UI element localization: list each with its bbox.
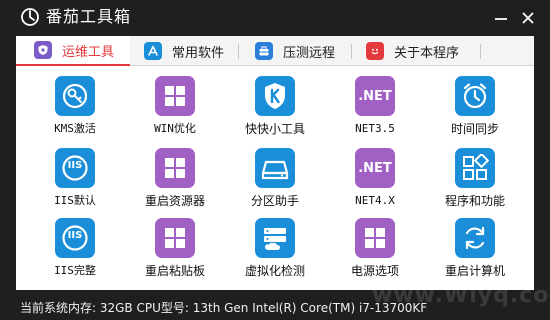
tab-divider — [351, 44, 352, 59]
tool-label: 虚拟化检测 — [244, 264, 305, 278]
tool-iis-full[interactable]: IIS IIS完整 — [25, 218, 125, 288]
shield-icon — [34, 41, 52, 59]
toolbox-icon — [255, 42, 273, 60]
tab-common-software[interactable]: 常用软件 — [144, 36, 238, 66]
tool-label: 时间同步 — [450, 122, 499, 136]
tool-partition-assistant[interactable]: 分区助手 — [225, 148, 325, 218]
apps-grid-icon — [455, 148, 495, 188]
alarm-clock-icon — [455, 76, 495, 116]
disk-icon — [255, 148, 295, 188]
tool-iis-default[interactable]: IIS IIS默认 — [25, 148, 125, 218]
tab-label: 运维工具 — [62, 44, 115, 60]
tomato-logo-icon — [21, 8, 39, 26]
tool-power-options[interactable]: 电源选项 — [325, 218, 425, 288]
tool-kms-activate[interactable]: KMS激活 — [25, 76, 125, 146]
tool-restart-clipboard[interactable]: 重启粘贴板 — [125, 218, 225, 288]
title-bar: 番茄工具箱 — [0, 0, 550, 36]
tool-restart-computer[interactable]: 重启计算机 — [425, 218, 525, 288]
dotnet-icon: .NET — [355, 76, 395, 116]
tool-win-optimize[interactable]: WIN优化 — [125, 76, 225, 146]
app-store-icon — [144, 42, 162, 60]
tool-label: 重启粘贴板 — [144, 264, 205, 278]
system-info-text: 当前系统内存: 32GB CPU型号: 13th Gen Intel(R) Co… — [20, 301, 428, 315]
server-cloud-icon — [255, 218, 295, 258]
tab-label: 压测远程 — [283, 45, 336, 61]
minimize-button[interactable] — [491, 8, 511, 28]
iis-icon: IIS — [55, 218, 95, 258]
tab-ops-tools[interactable]: 运维工具 — [16, 36, 130, 66]
tool-kuaikuai[interactable]: 快快小工具 — [225, 76, 325, 146]
tool-net35[interactable]: .NET NET3.5 — [325, 76, 425, 146]
tool-label: 分区助手 — [250, 194, 299, 208]
tool-time-sync[interactable]: 时间同步 — [425, 76, 525, 146]
tab-bar: 运维工具 常用软件 压测远程 关于本程序 — [16, 36, 534, 66]
tool-grid: KMS激活 WIN优化 快快小工具 .NET NET3.5 时间同步 IIS I… — [16, 66, 534, 290]
windows-icon — [355, 218, 395, 258]
close-button[interactable] — [518, 8, 538, 28]
tool-label: 快快小工具 — [244, 122, 305, 136]
windows-icon — [155, 148, 195, 188]
refresh-icon — [455, 218, 495, 258]
window-title: 番茄工具箱 — [46, 7, 132, 26]
tool-label: 重启资源器 — [144, 194, 205, 208]
tool-label: IIS默认 — [54, 194, 96, 207]
tool-label: IIS完整 — [54, 264, 96, 277]
tool-label: 电源选项 — [350, 264, 399, 278]
tab-about[interactable]: 关于本程序 — [366, 36, 480, 66]
tool-programs-features[interactable]: 程序和功能 — [425, 148, 525, 218]
smiley-icon — [366, 42, 384, 60]
k-shield-icon — [255, 76, 295, 116]
tab-divider — [238, 44, 239, 59]
tool-label: 重启计算机 — [444, 264, 505, 278]
iis-icon: IIS — [55, 148, 95, 188]
tool-label: NET3.5 — [355, 122, 395, 135]
tool-label: WIN优化 — [154, 122, 196, 135]
tool-virtualization-check[interactable]: 虚拟化检测 — [225, 218, 325, 288]
tool-label: KMS激活 — [54, 122, 96, 135]
tab-divider — [480, 44, 481, 59]
windows-icon — [155, 218, 195, 258]
windows-icon — [155, 76, 195, 116]
tool-label: NET4.X — [355, 194, 395, 207]
tool-net4x[interactable]: .NET NET4.X — [325, 148, 425, 218]
key-icon — [55, 76, 95, 116]
tab-stress-remote[interactable]: 压测远程 — [255, 36, 351, 66]
tool-restart-explorer[interactable]: 重启资源器 — [125, 148, 225, 218]
dotnet-icon: .NET — [355, 148, 395, 188]
tool-label: 程序和功能 — [444, 194, 505, 208]
tab-label: 关于本程序 — [394, 45, 460, 61]
watermark: www.Wiyq.com — [372, 283, 550, 308]
tab-label: 常用软件 — [172, 45, 225, 61]
